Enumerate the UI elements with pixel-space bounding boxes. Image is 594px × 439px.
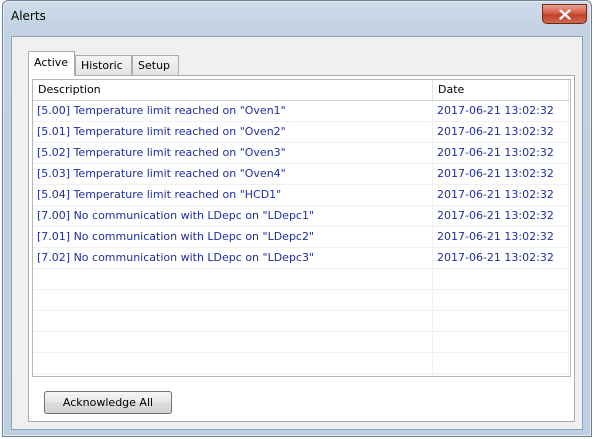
alert-description-cell [33,374,433,376]
alert-date-cell: 2017-06-21 13:02:32 [433,227,569,247]
alert-date-cell [433,332,569,352]
alert-date-cell: 2017-06-21 13:02:32 [433,248,569,268]
column-header-date[interactable]: Date [433,80,569,100]
table-row [33,311,570,332]
list-header: Description Date [33,80,570,101]
alerts-list[interactable]: Description Date [5.00] Temperature limi… [32,79,571,377]
active-tab-panel: Description Date [5.00] Temperature limi… [28,75,575,422]
alert-description-cell [33,269,433,289]
alerts-window: Alerts Active Historic Setup Description… [2,0,592,437]
alert-date-cell: 2017-06-21 13:02:32 [433,101,569,121]
alert-description-cell: [5.03] Temperature limit reached on "Ove… [33,164,433,184]
alert-date-cell [433,311,569,331]
title-bar[interactable]: Alerts [3,1,591,37]
table-row [33,269,570,290]
alert-date-cell: 2017-06-21 13:02:32 [433,122,569,142]
close-button[interactable] [542,4,587,24]
table-row[interactable]: [7.02] No communication with LDepc on "L… [33,248,570,269]
alert-description-cell: [5.01] Temperature limit reached on "Ove… [33,122,433,142]
alert-date-cell: 2017-06-21 13:02:32 [433,206,569,226]
acknowledge-all-button[interactable]: Acknowledge All [44,391,172,414]
table-row [33,290,570,311]
alert-description-cell [33,353,433,373]
alert-description-cell: [7.01] No communication with LDepc on "L… [33,227,433,247]
tab-active[interactable]: Active [28,51,75,76]
table-row[interactable]: [7.01] No communication with LDepc on "L… [33,227,570,248]
alert-description-cell [33,332,433,352]
table-row [33,332,570,353]
window-title: Alerts [11,9,46,23]
tab-setup[interactable]: Setup [132,55,179,75]
table-row [33,353,570,374]
alert-description-cell: [5.04] Temperature limit reached on "HCD… [33,185,433,205]
alert-description-cell: [5.02] Temperature limit reached on "Ove… [33,143,433,163]
table-row[interactable]: [5.00] Temperature limit reached on "Ove… [33,101,570,122]
alert-description-cell: [7.02] No communication with LDepc on "L… [33,248,433,268]
alert-description-cell: [5.00] Temperature limit reached on "Ove… [33,101,433,121]
table-row[interactable]: [7.00] No communication with LDepc on "L… [33,206,570,227]
alert-date-cell [433,290,569,310]
table-row[interactable]: [5.04] Temperature limit reached on "HCD… [33,185,570,206]
alert-date-cell: 2017-06-21 13:02:32 [433,164,569,184]
table-row[interactable]: [5.03] Temperature limit reached on "Ove… [33,164,570,185]
table-row[interactable]: [5.01] Temperature limit reached on "Ove… [33,122,570,143]
column-header-description[interactable]: Description [33,80,433,100]
table-row [33,374,570,376]
close-icon [558,8,571,20]
alert-date-cell [433,374,569,376]
alert-date-cell [433,353,569,373]
alert-description-cell [33,311,433,331]
list-rows: [5.00] Temperature limit reached on "Ove… [33,101,570,376]
table-row[interactable]: [5.02] Temperature limit reached on "Ove… [33,143,570,164]
alert-description-cell: [7.00] No communication with LDepc on "L… [33,206,433,226]
alert-date-cell [433,269,569,289]
window-client-area: Active Historic Setup Description Date [… [11,36,583,430]
alert-date-cell: 2017-06-21 13:02:32 [433,185,569,205]
alert-description-cell [33,290,433,310]
tab-historic[interactable]: Historic [75,55,132,75]
alert-date-cell: 2017-06-21 13:02:32 [433,143,569,163]
